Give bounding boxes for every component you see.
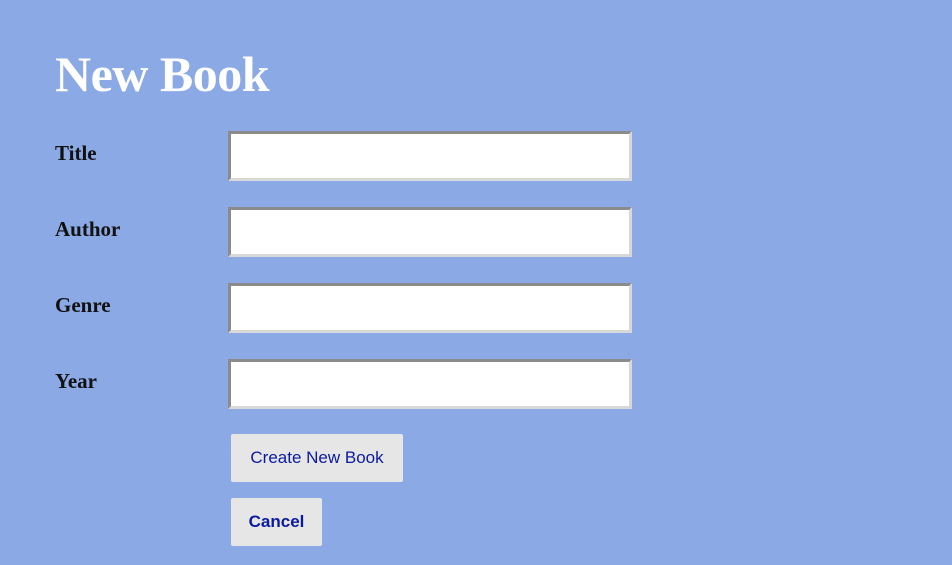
cancel-button[interactable]: Cancel (231, 498, 322, 546)
year-label: Year (55, 369, 97, 393)
author-input[interactable] (228, 207, 632, 257)
author-label: Author (55, 217, 121, 241)
page-title: New Book (55, 46, 270, 102)
author-row: Author (55, 207, 635, 259)
title-input[interactable] (228, 131, 632, 181)
year-row: Year (55, 359, 635, 411)
title-row: Title (55, 131, 635, 183)
title-label: Title (55, 141, 97, 165)
genre-label: Genre (55, 293, 111, 317)
genre-input[interactable] (228, 283, 632, 333)
year-input[interactable] (228, 359, 632, 409)
create-new-book-button[interactable]: Create New Book (231, 434, 403, 482)
genre-row: Genre (55, 283, 635, 335)
